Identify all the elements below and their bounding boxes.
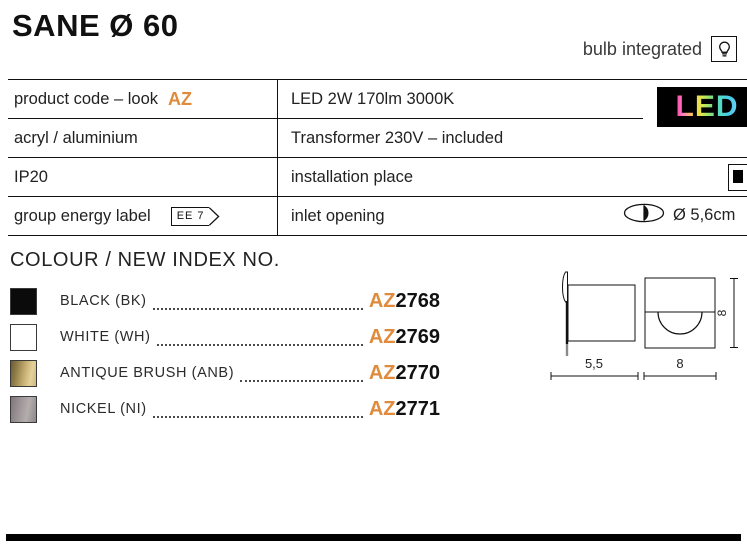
spec-cell-energy-label: group energy label EE 7: [8, 196, 278, 236]
table-row: IP20 installation place: [8, 157, 747, 197]
spec-cell-installation-icon: [643, 157, 747, 197]
spec-cell-material: acryl / aluminium: [8, 118, 278, 158]
spec-cell-transformer: Transformer 230V – included: [291, 128, 504, 147]
energy-label-badge-text: EE 7: [170, 206, 209, 226]
spec-cell-led-specs: LED 2W 170lm 3000K: [277, 79, 643, 119]
leader-dots: [152, 294, 363, 310]
spec-cell-inlet-value: Ø 5,6cm: [623, 196, 747, 236]
colour-name: ANTIQUE BRUSH (ANB): [60, 365, 235, 381]
dimension-side-width: 5,5: [585, 356, 603, 371]
footer-bar: [6, 534, 741, 541]
colour-code: AZ2770: [369, 362, 440, 385]
bulb-integrated-label: bulb integrated: [582, 38, 702, 59]
spec-cell-ip-rating: IP20: [8, 157, 278, 197]
colour-swatch-black: [10, 287, 37, 315]
dimension-height: 8: [715, 309, 729, 316]
product-code-accent: AZ: [168, 88, 193, 109]
bulb-integrated-group: bulb integrated: [583, 36, 737, 62]
colour-code-prefix: AZ: [368, 325, 396, 348]
colour-swatch-nickel: [10, 395, 37, 423]
table-row: acryl / aluminium Transformer 230V – inc…: [8, 118, 747, 158]
list-item[interactable]: NICKEL (NI) AZ2771: [10, 391, 440, 427]
colour-section-heading: COLOUR / NEW INDEX NO.: [10, 249, 280, 271]
colour-code-prefix: AZ: [368, 361, 396, 384]
inlet-opening-value-group: Ø 5,6cm: [623, 202, 735, 229]
list-item[interactable]: ANTIQUE BRUSH (ANB) AZ2770: [10, 355, 440, 391]
spec-cell-led-logo: LED: [643, 79, 747, 158]
leader-dots: [240, 366, 363, 382]
colour-code-number: 2768: [395, 289, 441, 312]
colour-code-number: 2770: [395, 361, 441, 384]
colour-swatch-white: [10, 323, 37, 351]
product-code-label: product code – look: [14, 89, 159, 108]
wall-recessed-icon-fill: [733, 170, 743, 183]
inlet-ellipse-icon: [623, 202, 665, 229]
inlet-opening-diameter: Ø 5,6cm: [673, 206, 736, 224]
colour-code: AZ2769: [369, 326, 440, 349]
led-logo-text: LED: [675, 90, 739, 123]
colour-name: WHITE (WH): [60, 329, 151, 345]
spec-cell-installation-place: installation place: [277, 157, 643, 197]
colour-code-number: 2769: [395, 325, 441, 348]
colour-name: NICKEL (NI): [60, 401, 147, 417]
leader-dots: [152, 402, 363, 418]
colour-code-prefix: AZ: [368, 289, 396, 312]
wall-recessed-icon: [728, 164, 747, 191]
table-row: product code – look AZ LED 2W 170lm 3000…: [8, 79, 747, 158]
lightbulb-icon: [711, 36, 737, 62]
colour-code-number: 2771: [395, 397, 441, 420]
led-logo: LED: [657, 87, 747, 127]
colour-code: AZ2771: [369, 398, 440, 421]
energy-label-badge: EE 7: [170, 206, 220, 226]
colour-code-prefix: AZ: [368, 397, 396, 420]
colour-swatch-antique-brush: [10, 359, 37, 387]
list-item[interactable]: BLACK (BK) AZ2768: [10, 283, 440, 319]
specification-table: product code – look AZ LED 2W 170lm 3000…: [8, 79, 747, 236]
spec-cell-product-code: product code – look AZ: [8, 79, 278, 119]
colour-code: AZ2768: [369, 290, 440, 313]
energy-label-text: group energy label: [14, 206, 151, 225]
colour-list: BLACK (BK) AZ2768 WHITE (WH) AZ2769 ANTI…: [10, 283, 440, 427]
page-title: SANE Ø 60: [12, 8, 179, 43]
energy-label-badge-arrow-icon: [208, 206, 220, 226]
dimension-front-width: 8: [676, 356, 683, 371]
table-row: group energy label EE 7 inlet opening Ø …: [8, 196, 747, 236]
leader-dots: [156, 330, 363, 346]
colour-name: BLACK (BK): [60, 293, 147, 309]
technical-drawing: 8 5,5 8: [540, 262, 747, 390]
list-item[interactable]: WHITE (WH) AZ2769: [10, 319, 440, 355]
spec-cell-inlet-opening: inlet opening: [277, 196, 643, 236]
